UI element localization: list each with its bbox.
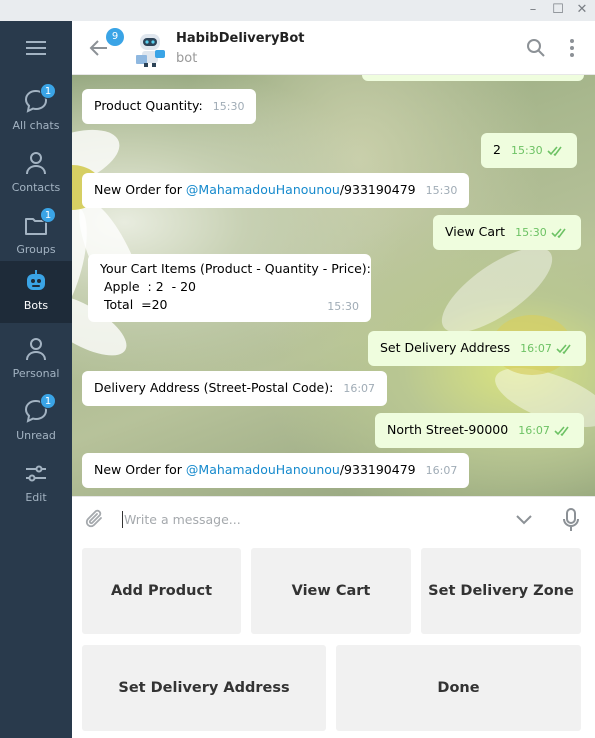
sidebar-item-unread[interactable]: 1 Unread — [0, 391, 72, 453]
message-bubble-partial — [362, 75, 584, 81]
message-bubble-in[interactable]: New Order for @MahamadouHanounou/9331904… — [82, 453, 470, 488]
bot-keyboard: Add Product View Cart Set Delivery Zone … — [72, 542, 595, 738]
message-text: Product Quantity: — [94, 98, 203, 113]
message-bubble-out[interactable]: 2 15:30 — [481, 133, 577, 168]
more-options-icon[interactable] — [562, 37, 582, 59]
sidebar-item-bots[interactable]: Bots — [0, 261, 72, 323]
message-prefix: New Order for — [94, 462, 186, 477]
sidebar-item-personal[interactable]: Personal — [0, 329, 72, 391]
message-time: 15:30 — [212, 100, 245, 113]
hamburger-menu-icon[interactable] — [26, 41, 46, 55]
unread-badge: 1 — [40, 393, 56, 409]
chat-title: HabibDeliveryBot — [176, 31, 305, 46]
maximize-button[interactable]: ☐ — [549, 2, 567, 18]
text-caret — [122, 511, 123, 528]
message-input[interactable] — [124, 509, 504, 529]
message-time: 15:30 — [327, 300, 359, 313]
message-bubble-out[interactable]: North Street-90000 16:07 — [375, 413, 584, 448]
sidebar-item-label: Unread — [16, 429, 56, 442]
sidebar-item-label: Bots — [23, 299, 49, 312]
set-delivery-address-button[interactable]: Set Delivery Address — [82, 645, 326, 731]
view-cart-button[interactable]: View Cart — [251, 548, 411, 634]
user-mention-link[interactable]: @MahamadouHanounou — [186, 462, 340, 477]
message-time: 15:30 — [515, 226, 547, 239]
message-bubble-in[interactable]: Delivery Address (Street-Postal Code): 16… — [82, 371, 388, 406]
message-text: North Street-90000 — [387, 422, 509, 437]
sliders-icon — [26, 465, 46, 482]
unread-badge: 1 — [40, 207, 56, 223]
close-button[interactable]: ✕ — [573, 2, 591, 18]
message-text: Set Delivery Address — [380, 340, 511, 355]
bot-avatar[interactable] — [130, 30, 170, 70]
robot-icon — [27, 270, 45, 290]
chat-header: 9 HabibDeliveryBot bot — [72, 21, 595, 75]
message-suffix: /933190479 — [339, 462, 416, 477]
message-bubble-in[interactable]: Your Cart Items (Product - Quantity - Pr… — [88, 254, 371, 322]
unread-count-badge: 9 — [106, 28, 124, 46]
done-button[interactable]: Done — [336, 645, 581, 731]
set-delivery-zone-button[interactable]: Set Delivery Zone — [421, 548, 581, 634]
sidebar-item-edit[interactable]: Edit — [0, 453, 72, 515]
chat-history[interactable]: Product Quantity: 15:30 2 15:30 New Order … — [72, 75, 595, 496]
unread-badge: 1 — [40, 83, 56, 99]
message-time: 15:30 — [510, 144, 543, 157]
message-time: 15:30 — [425, 184, 458, 197]
person-icon — [26, 152, 46, 175]
person-icon — [26, 338, 46, 361]
sidebar-item-all-chats[interactable]: 1 All chats — [0, 81, 72, 143]
chevron-down-icon[interactable] — [514, 511, 534, 529]
message-suffix: /933190479 — [339, 182, 416, 197]
read-checkmarks-icon — [551, 227, 566, 238]
sidebar-item-label: Personal — [12, 367, 60, 380]
message-text: View Cart — [445, 224, 506, 239]
sidebar-item-label: All chats — [12, 119, 60, 132]
sidebar-item-label: Edit — [25, 491, 47, 504]
message-bubble-in[interactable]: Product Quantity: 15:30 — [82, 89, 257, 124]
message-prefix: New Order for — [94, 182, 186, 197]
user-mention-link[interactable]: @MahamadouHanounou — [186, 182, 340, 197]
minimize-button[interactable]: – — [524, 2, 542, 18]
cart-item-line: Apple : 2 - 20 — [100, 279, 196, 294]
add-product-button[interactable]: Add Product — [82, 548, 241, 634]
read-checkmarks-icon — [556, 343, 571, 354]
paperclip-icon[interactable] — [84, 508, 106, 530]
sidebar-item-groups[interactable]: 1 Groups — [0, 205, 72, 267]
message-text: 2 — [493, 142, 501, 157]
sidebar: 1 All chats Contacts 1 Groups Bots Perso… — [0, 21, 72, 738]
message-bubble-out[interactable]: Set Delivery Address 16:07 — [368, 331, 586, 366]
message-time: 16:07 — [520, 342, 552, 355]
message-bubble-in[interactable]: New Order for @MahamadouHanounou/9331904… — [82, 173, 470, 208]
message-composer — [72, 496, 595, 542]
message-time: 16:07 — [518, 424, 550, 437]
cart-items-heading: Your Cart Items (Product - Quantity - Pr… — [100, 261, 371, 276]
chat-subtitle: bot — [176, 51, 198, 66]
sidebar-item-label: Contacts — [11, 181, 61, 194]
read-checkmarks-icon — [554, 425, 569, 436]
sidebar-item-label: Groups — [16, 243, 56, 256]
sidebar-item-contacts[interactable]: Contacts — [0, 143, 72, 205]
message-time: 16:07 — [343, 382, 376, 395]
microphone-icon[interactable] — [561, 507, 581, 533]
cart-total-line: Total =20 — [100, 297, 168, 312]
search-icon[interactable] — [526, 38, 546, 58]
message-bubble-out[interactable]: View Cart 15:30 — [433, 215, 581, 250]
message-text: Delivery Address (Street-Postal Code): — [94, 380, 334, 395]
message-time: 16:07 — [425, 464, 458, 477]
window-titlebar: – ☐ ✕ — [0, 0, 595, 21]
read-checkmarks-icon — [547, 145, 562, 156]
